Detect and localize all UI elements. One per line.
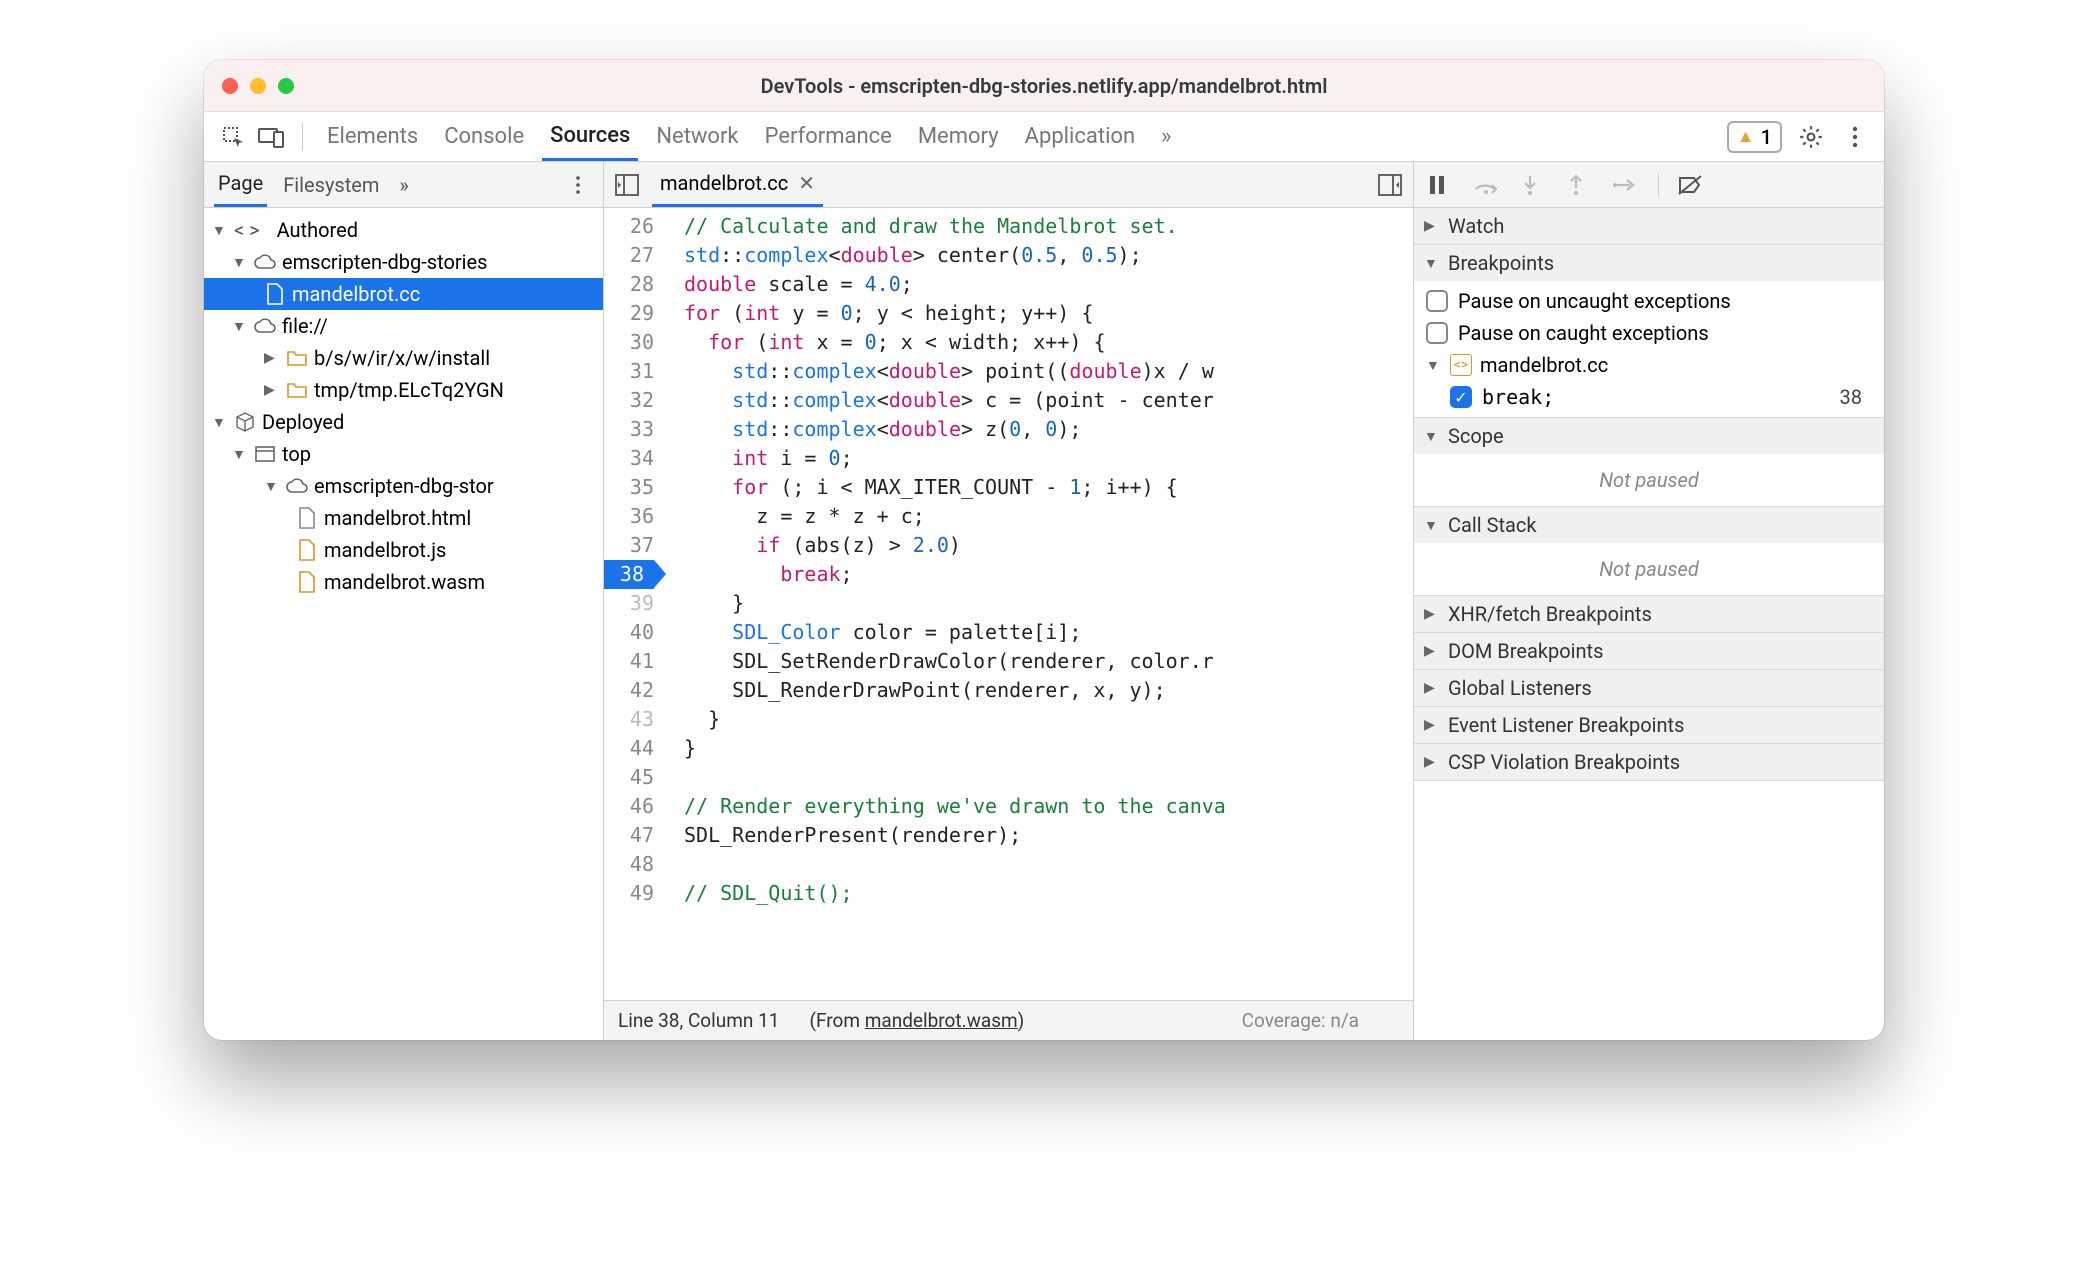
editor-tab-mandelbrot[interactable]: mandelbrot.cc ✕	[652, 162, 823, 207]
settings-gear-icon[interactable]	[1796, 122, 1826, 152]
tree-file-mandelbrot-cc[interactable]: mandelbrot.cc	[204, 278, 603, 310]
panel-tabs: Elements Console Sources Network Perform…	[319, 112, 1179, 161]
warnings-badge[interactable]: ▲ 1	[1727, 121, 1782, 153]
code-area[interactable]: // Calculate and draw the Mandelbrot set…	[664, 208, 1413, 1000]
navigator-tab-filesystem[interactable]: Filesystem	[279, 164, 383, 206]
section-dom[interactable]: ▶DOM Breakpoints	[1414, 633, 1884, 669]
device-toolbar-icon[interactable]	[256, 122, 286, 152]
section-global[interactable]: ▶Global Listeners	[1414, 670, 1884, 706]
close-tab-icon[interactable]: ✕	[798, 171, 815, 195]
section-watch[interactable]: ▶Watch	[1414, 208, 1884, 244]
warning-count: 1	[1761, 125, 1772, 149]
navigator-kebab-icon[interactable]	[563, 170, 593, 200]
source-from: (From mandelbrot.wasm)	[809, 1009, 1024, 1032]
section-scope[interactable]: ▼Scope	[1414, 418, 1884, 454]
folder-icon	[286, 379, 308, 401]
more-tabs-icon[interactable]: »	[1153, 114, 1179, 159]
tab-sources[interactable]: Sources	[542, 113, 638, 161]
folder-icon	[286, 347, 308, 369]
navigator-more-icon[interactable]: »	[395, 164, 412, 206]
devtools-window: DevTools - emscripten-dbg-stories.netlif…	[204, 60, 1884, 1040]
kebab-menu-icon[interactable]	[1840, 122, 1870, 152]
cube-icon	[234, 411, 256, 433]
file-tree: ▼< > Authored ▼ emscripten-dbg-stories m…	[204, 208, 603, 1040]
tree-file-wasm[interactable]: mandelbrot.wasm	[204, 566, 603, 598]
zoom-window-button[interactable]	[278, 78, 294, 94]
frame-icon	[254, 443, 276, 465]
tree-folder[interactable]: ▶ tmp/tmp.ELcTq2YGN	[204, 374, 603, 406]
line-gutter[interactable]: 2627282930313233343536373839404142434445…	[604, 208, 664, 1000]
tree-group-authored[interactable]: ▼< > Authored	[204, 214, 603, 246]
titlebar: DevTools - emscripten-dbg-stories.netlif…	[204, 60, 1884, 112]
section-csp[interactable]: ▶CSP Violation Breakpoints	[1414, 744, 1884, 780]
tree-origin-authored[interactable]: ▼ emscripten-dbg-stories	[204, 246, 603, 278]
tab-performance[interactable]: Performance	[757, 114, 900, 159]
callstack-not-paused: Not paused	[1414, 547, 1884, 591]
cloud-icon	[254, 315, 276, 337]
breakpoint-entry[interactable]: ✓ break; 38	[1414, 381, 1884, 413]
source-badge-icon: <>	[1450, 354, 1472, 376]
tree-file-html[interactable]: mandelbrot.html	[204, 502, 603, 534]
file-icon	[264, 283, 286, 305]
tree-file-scheme[interactable]: ▼ file://	[204, 310, 603, 342]
breakpoint-file-group[interactable]: ▼<>mandelbrot.cc	[1414, 349, 1884, 381]
tab-application[interactable]: Application	[1017, 114, 1143, 159]
step-into-icon[interactable]	[1520, 174, 1548, 196]
scope-not-paused: Not paused	[1414, 458, 1884, 502]
pause-resume-icon[interactable]	[1428, 175, 1456, 195]
tab-memory[interactable]: Memory	[910, 114, 1007, 159]
minimize-window-button[interactable]	[250, 78, 266, 94]
editor-status-bar: Line 38, Column 11 (From mandelbrot.wasm…	[604, 1000, 1413, 1040]
step-icon[interactable]	[1612, 176, 1640, 194]
navigator-tab-page[interactable]: Page	[214, 162, 267, 207]
window-controls	[222, 78, 294, 94]
warning-icon: ▲	[1737, 126, 1755, 147]
pause-uncaught-checkbox[interactable]: Pause on uncaught exceptions	[1414, 285, 1884, 317]
coverage-label: Coverage: n/a	[1242, 1009, 1399, 1032]
file-icon	[296, 539, 318, 561]
toggle-navigator-icon[interactable]	[612, 170, 642, 200]
cloud-icon	[286, 475, 308, 497]
section-call-stack[interactable]: ▼Call Stack	[1414, 507, 1884, 543]
breakpoint-checkbox[interactable]: ✓	[1450, 386, 1472, 408]
inspect-element-icon[interactable]	[218, 122, 248, 152]
file-icon	[296, 571, 318, 593]
tree-folder[interactable]: ▶ b/s/w/ir/x/w/install	[204, 342, 603, 374]
section-event[interactable]: ▶Event Listener Breakpoints	[1414, 707, 1884, 743]
step-over-icon[interactable]	[1474, 175, 1502, 195]
pause-caught-checkbox[interactable]: Pause on caught exceptions	[1414, 317, 1884, 349]
deactivate-breakpoints-icon[interactable]	[1677, 174, 1705, 196]
cloud-icon	[254, 251, 276, 273]
tree-file-js[interactable]: mandelbrot.js	[204, 534, 603, 566]
section-xhr[interactable]: ▶XHR/fetch Breakpoints	[1414, 596, 1884, 632]
step-out-icon[interactable]	[1566, 174, 1594, 196]
tree-origin-deployed[interactable]: ▼ emscripten-dbg-stor	[204, 470, 603, 502]
tree-top-frame[interactable]: ▼ top	[204, 438, 603, 470]
cursor-position: Line 38, Column 11	[618, 1009, 779, 1032]
window-title: DevTools - emscripten-dbg-stories.netlif…	[204, 74, 1884, 98]
main-toolbar: Elements Console Sources Network Perform…	[204, 112, 1884, 162]
tree-group-deployed[interactable]: ▼ Deployed	[204, 406, 603, 438]
close-window-button[interactable]	[222, 78, 238, 94]
tab-elements[interactable]: Elements	[319, 114, 426, 159]
section-breakpoints[interactable]: ▼Breakpoints	[1414, 245, 1884, 281]
navigator-sidebar: Page Filesystem » ▼< > Authored ▼ emscri…	[204, 162, 604, 1040]
source-editor: mandelbrot.cc ✕ 262728293031323334353637…	[604, 162, 1414, 1040]
tab-network[interactable]: Network	[648, 114, 746, 159]
file-icon	[296, 507, 318, 529]
debugger-pane: ▶Watch ▼Breakpoints Pause on uncaught ex…	[1414, 162, 1884, 1040]
toggle-debugger-icon[interactable]	[1375, 170, 1405, 200]
tab-console[interactable]: Console	[436, 114, 532, 159]
